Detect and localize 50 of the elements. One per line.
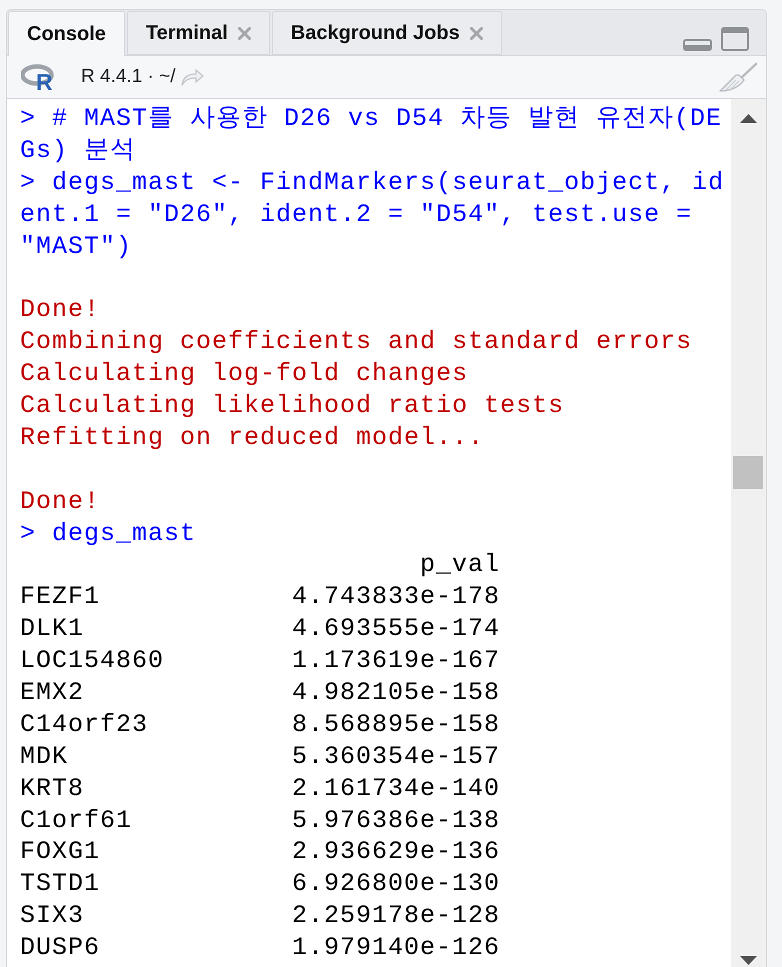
p-value: 5.360354e-157 [292, 740, 500, 773]
p-value: 4.982105e-158 [292, 677, 500, 709]
p-value: 2.161734e-140 [292, 772, 500, 805]
gene-name: KRT8 [20, 772, 84, 805]
console-message: Refitting on reduced model... [20, 422, 484, 454]
gene-name: LOC154860 [20, 645, 164, 678]
p-value: 4.743833e-178 [292, 581, 500, 614]
session-info: R 4.4.1 · ~/ [81, 66, 176, 88]
gene-name: EMX2 [20, 677, 84, 709]
p-value: 4.693555e-174 [292, 613, 500, 646]
curved-arrow-icon[interactable] [180, 68, 205, 86]
p-value: 6.926800e-130 [292, 868, 500, 900]
tab[interactable]: Background Jobs [272, 11, 502, 55]
p-value: 2.936629e-136 [292, 836, 500, 868]
tab[interactable]: Terminal [126, 11, 270, 55]
p-value: 1.173619e-167 [292, 645, 500, 678]
console-command: Gs) 분석 [20, 134, 136, 167]
console-command: ent.1 = "D26", ident.2 = "D54", test.use = [20, 198, 692, 231]
gene-name: DLK1 [20, 613, 84, 646]
broom-icon[interactable] [718, 62, 758, 92]
gene-name: C14orf23 [20, 708, 148, 741]
p-value: 2.259178e-128 [292, 900, 500, 932]
gene-name: SIX3 [20, 900, 84, 932]
console-message: Calculating likelihood ratio tests [20, 390, 564, 422]
close-icon[interactable] [470, 26, 483, 40]
gene-name: C1orf61 [20, 804, 132, 836]
p-value: 5.976386e-138 [292, 804, 500, 836]
scrollbar-thumb[interactable] [733, 456, 763, 489]
close-icon[interactable] [238, 26, 251, 40]
console-command: > degs_mast <- FindMarkers(seurat_object, id [20, 166, 724, 199]
gene-name: MDK [20, 740, 68, 773]
gene-name: FOXG1 [20, 836, 100, 868]
console-command: "MAST") [20, 230, 132, 262]
scroll-down-icon[interactable] [740, 956, 757, 965]
console-message: Done! [20, 294, 100, 326]
minimize-icon[interactable] [683, 38, 712, 50]
column-header: p_val [420, 549, 500, 582]
p-value: 8.568895e-158 [292, 708, 500, 741]
p-value: 1.979140e-126 [292, 932, 500, 964]
console-message: Calculating log-fold changes [20, 358, 468, 390]
maximize-icon[interactable] [721, 26, 749, 50]
gene-name: DUSP6 [20, 932, 100, 964]
console-message: Done! [20, 486, 100, 518]
scroll-up-icon[interactable] [740, 114, 757, 123]
console-command: > degs_mast [20, 518, 196, 550]
console-message: Combining coefficients and standard errors [20, 326, 692, 358]
gene-name: FEZF1 [20, 581, 100, 614]
console-command: > # MAST를 사용한 D26 vs D54 차등 발현 유전자(DE [20, 103, 722, 135]
gene-name: TSTD1 [20, 868, 100, 900]
tab[interactable]: Console [8, 11, 125, 56]
